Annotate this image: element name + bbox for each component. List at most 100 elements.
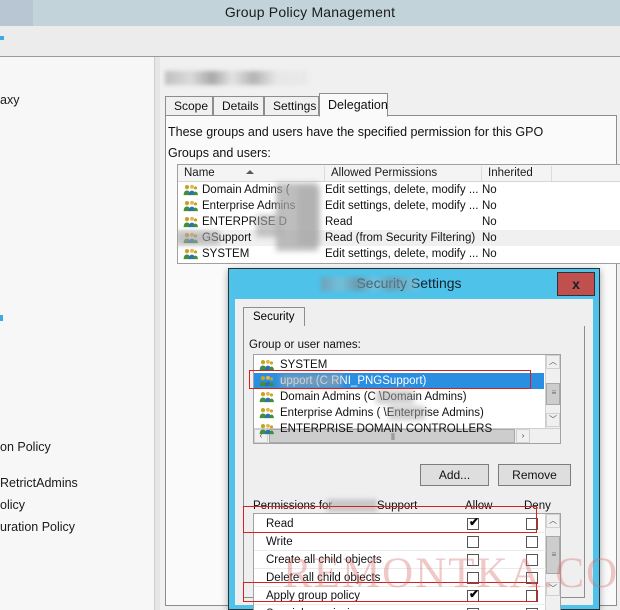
group-list-item[interactable]: Domain Admins (C \Domain Admins): [254, 389, 544, 405]
table-row[interactable]: GSupport Read (from Security Filtering) No: [178, 230, 620, 246]
deny-checkbox[interactable]: [526, 590, 538, 602]
tab-delegation[interactable]: Delegation: [319, 93, 388, 117]
redaction-block: [389, 406, 425, 420]
permission-row[interactable]: Write: [254, 533, 546, 551]
permission-row[interactable]: Apply group policy ✔: [254, 587, 546, 605]
users-group-icon: [259, 375, 274, 387]
toolbar-accent-marker: [0, 36, 4, 40]
tab-security[interactable]: Security: [243, 307, 305, 327]
sort-ascending-icon: [246, 170, 254, 174]
row-allowed-permissions: Edit settings, delete, modify ...: [325, 248, 479, 260]
delegation-description: These groups and users have the specifie…: [168, 125, 544, 139]
group-list-item[interactable]: ENTERPRISE DOMAIN CONTROLLERS: [254, 421, 544, 437]
checkmark-icon: ✔: [469, 587, 480, 601]
close-icon[interactable]: x: [557, 272, 595, 296]
add-button[interactable]: Add...: [420, 464, 489, 486]
tab-settings[interactable]: Settings: [264, 96, 319, 116]
tabstrip[interactable]: Scope Details Settings Delegation: [165, 93, 617, 117]
permission-row[interactable]: Special permissions: [254, 605, 546, 610]
remove-button[interactable]: Remove: [498, 464, 571, 486]
console-tree-pane[interactable]: axy on Policy RetrictAdmins olicy uration Po…: [0, 57, 154, 610]
row-inherited: No: [482, 200, 497, 212]
allow-column-label: Allow: [465, 500, 493, 512]
app-toolbar[interactable]: [0, 26, 620, 57]
permission-name: Delete all child objects: [266, 572, 381, 584]
group-list-item[interactable]: Enterprise Admins ( \Enterprise Admins): [254, 405, 544, 421]
dialog-title-redacted: [321, 277, 418, 291]
allow-checkbox[interactable]: [467, 572, 479, 584]
tree-accent-marker: [0, 315, 3, 321]
column-header-name[interactable]: Name: [178, 166, 325, 181]
delegation-list-header[interactable]: Name Allowed Permissions Inherited: [178, 165, 620, 182]
users-group-icon: [183, 184, 198, 196]
group-list-item-label: Domain Admins (C \Domain Admins): [280, 391, 467, 403]
deny-checkbox[interactable]: [526, 554, 538, 566]
permission-name: Create all child objects: [266, 554, 382, 566]
users-group-icon: [183, 184, 198, 196]
permission-row[interactable]: Delete all child objects: [254, 569, 546, 587]
users-group-icon: [259, 423, 274, 435]
deny-checkbox[interactable]: [526, 572, 538, 584]
users-group-icon: [183, 248, 198, 260]
scroll-thumb[interactable]: ≡: [546, 383, 560, 405]
dialog-titlebar[interactable]: Security Settings x: [229, 269, 599, 299]
tree-item-4[interactable]: uration Policy: [0, 520, 75, 534]
app-titlebar: Group Policy Management: [0, 0, 620, 26]
row-inherited: No: [482, 184, 497, 196]
deny-checkbox[interactable]: [526, 518, 538, 530]
redaction-block: [298, 187, 320, 245]
allow-checkbox[interactable]: ✔: [467, 587, 480, 602]
group-or-user-names-label: Group or user names:: [249, 339, 361, 351]
users-group-icon: [183, 248, 198, 260]
table-row[interactable]: ENTERPRISE D Read No: [178, 214, 620, 230]
group-or-user-names-list[interactable]: ︿ ≡ ﹀ ‹ ⦀ › SYSTEM upport (C RNI_PNGSupport) D…: [253, 354, 561, 444]
scroll-down-icon[interactable]: ﹀: [546, 582, 560, 596]
permission-row[interactable]: Read ✔: [254, 515, 546, 533]
scroll-grip-icon: ≡: [551, 388, 557, 397]
column-header-blank[interactable]: [552, 166, 620, 181]
scroll-grip-icon: ≡: [551, 550, 557, 559]
scroll-up-icon[interactable]: ︿: [546, 355, 560, 369]
tree-item-2[interactable]: RetrictAdmins: [0, 476, 78, 490]
permission-row[interactable]: Create all child objects: [254, 551, 546, 569]
allow-checkbox[interactable]: ✔: [467, 515, 480, 530]
permissions-for-label: Permissions for: [253, 500, 333, 512]
permissions-for-suffix: Support: [377, 500, 418, 512]
tab-details[interactable]: Details: [213, 96, 264, 116]
table-row[interactable]: Enterprise Admins Edit settings, delete, …: [178, 198, 620, 214]
permissions-vertical-scrollbar[interactable]: ︿ ≡ ﹀: [545, 514, 560, 610]
table-row[interactable]: SYSTEM Edit settings, delete, modify ... N…: [178, 246, 620, 262]
checkmark-icon: ✔: [469, 515, 480, 529]
group-list-item[interactable]: upport (C RNI_PNGSupport): [254, 373, 544, 389]
dialog-tabstrip[interactable]: Security: [243, 307, 585, 327]
users-group-icon: [259, 359, 274, 371]
deny-checkbox[interactable]: [526, 536, 538, 548]
delegation-list[interactable]: Name Allowed Permissions Inherited Domain …: [177, 164, 620, 264]
users-group-icon: [259, 391, 274, 403]
users-group-icon: [259, 375, 274, 387]
row-inherited: No: [482, 248, 497, 260]
deny-column-label: Deny: [524, 500, 551, 512]
row-name: SYSTEM: [202, 248, 250, 260]
users-group-icon: [183, 216, 198, 228]
allow-checkbox[interactable]: [467, 536, 479, 548]
permission-name: Read: [266, 518, 294, 530]
group-list-vertical-scrollbar[interactable]: ︿ ≡ ﹀: [545, 355, 560, 429]
row-allowed-permissions: Read (from Security Filtering): [325, 232, 476, 244]
tree-item-1[interactable]: on Policy: [0, 440, 51, 454]
permission-name: Apply group policy: [266, 590, 360, 602]
table-row[interactable]: Domain Admins (Edit settings, delete, mo…: [178, 182, 620, 198]
scroll-up-icon[interactable]: ︿: [546, 514, 560, 528]
tree-item-0[interactable]: axy: [0, 93, 19, 107]
group-list-item[interactable]: SYSTEM: [254, 357, 544, 373]
permissions-for-redacted: [327, 499, 377, 512]
permissions-list[interactable]: ︿ ≡ ﹀ Read ✔ Write Create all child objects De…: [253, 513, 561, 610]
column-header-allowed-permissions[interactable]: Allowed Permissions: [325, 166, 482, 181]
allow-checkbox[interactable]: [467, 554, 479, 566]
scroll-thumb[interactable]: ≡: [546, 536, 560, 574]
permission-name: Write: [266, 536, 293, 548]
scroll-down-icon[interactable]: ﹀: [546, 413, 560, 427]
tab-scope[interactable]: Scope: [165, 96, 213, 116]
column-header-inherited[interactable]: Inherited: [482, 166, 552, 181]
tree-item-3[interactable]: olicy: [0, 498, 25, 512]
